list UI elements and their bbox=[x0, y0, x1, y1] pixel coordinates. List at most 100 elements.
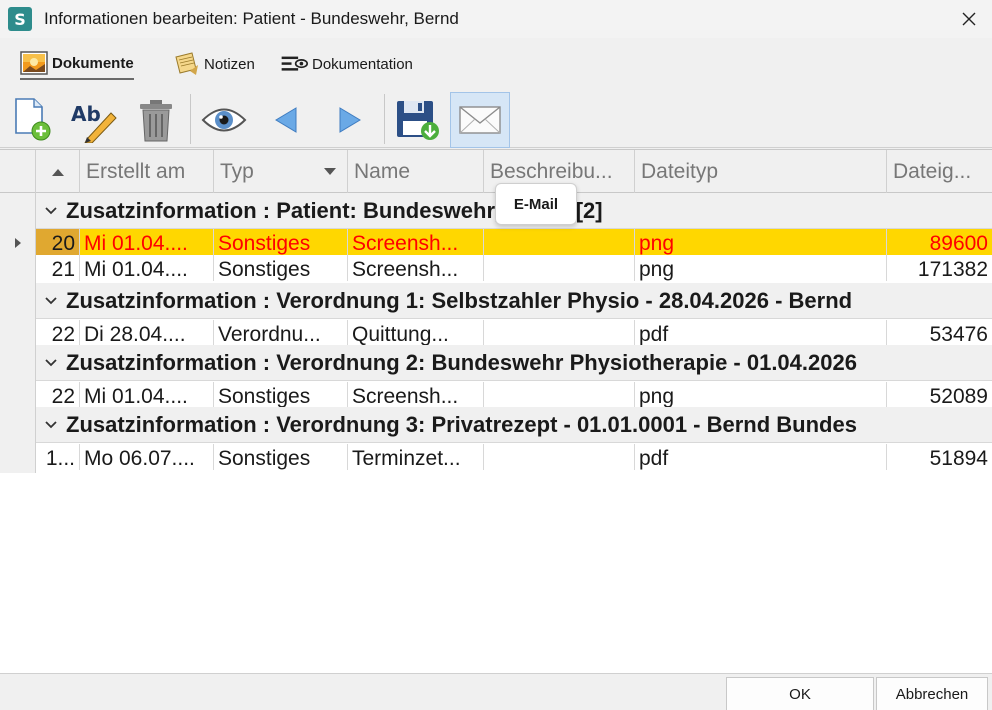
email-tooltip: E-Mail bbox=[495, 183, 577, 225]
rename-icon: Ab bbox=[71, 102, 117, 143]
app-icon: S bbox=[8, 7, 32, 31]
cell-filetype: pdf bbox=[635, 444, 887, 470]
cell-type: Sonstiges bbox=[214, 382, 348, 408]
cell-date: Mo 06.07.... bbox=[80, 444, 214, 470]
cell-filetype: pdf bbox=[635, 320, 887, 346]
next-icon bbox=[339, 107, 361, 133]
tab-notizen[interactable]: Notizen bbox=[172, 48, 255, 80]
close-button[interactable] bbox=[946, 0, 992, 38]
cell-id: 1... bbox=[36, 444, 80, 470]
cell-name: Terminzet... bbox=[348, 444, 484, 470]
cell-date: Di 28.04.... bbox=[80, 320, 214, 346]
header-row-indicator bbox=[0, 150, 36, 193]
save-icon bbox=[397, 101, 439, 140]
cell-size: 53476 bbox=[929, 323, 988, 346]
documents-grid: Erstellt am Typ Name Beschreibu... Datei… bbox=[0, 149, 992, 673]
delete-icon bbox=[140, 100, 172, 142]
cell-description bbox=[484, 320, 635, 346]
tab-label: Dokumentation bbox=[312, 55, 413, 73]
cell-filetype: png bbox=[635, 255, 887, 281]
group-header[interactable]: Zusatzinformation : Verordnung 1: Selbst… bbox=[36, 283, 992, 319]
cell-filetype: png bbox=[635, 229, 887, 255]
header-dateityp[interactable]: Dateityp bbox=[635, 150, 887, 193]
documentation-icon bbox=[280, 51, 308, 77]
table-row[interactable]: 21 Mi 01.04.... Sonstiges Screensh... pn… bbox=[36, 255, 992, 281]
cell-id: 20 bbox=[36, 229, 80, 255]
window-title: Informationen bearbeiten: Patient - Bund… bbox=[44, 9, 459, 28]
toolbar-separator bbox=[190, 94, 191, 144]
header-label: Typ bbox=[220, 159, 254, 183]
header-sort-column[interactable] bbox=[36, 150, 80, 193]
rename-button[interactable]: Ab bbox=[64, 92, 124, 148]
group-title: Zusatzinformation : Verordnung 1: Selbst… bbox=[66, 287, 853, 313]
cell-name: Screensh... bbox=[348, 255, 484, 281]
cell-type: Sonstiges bbox=[214, 444, 348, 470]
tab-dokumentation[interactable]: Dokumentation bbox=[280, 48, 413, 80]
tab-label: Dokumente bbox=[52, 54, 134, 72]
sort-ascending-icon bbox=[51, 168, 64, 176]
cell-date: Mi 01.04.... bbox=[80, 255, 214, 281]
view-icon bbox=[201, 108, 247, 132]
cell-description bbox=[484, 255, 635, 281]
row-indicator-column bbox=[0, 193, 36, 473]
previous-button[interactable] bbox=[256, 92, 316, 148]
dialog-footer: OK Abbrechen bbox=[0, 673, 992, 710]
add-document-button[interactable] bbox=[2, 92, 62, 148]
table-row[interactable]: 20 Mi 01.04.... Sonstiges Screensh... pn… bbox=[36, 229, 992, 255]
ok-button[interactable]: OK bbox=[726, 677, 874, 710]
next-button[interactable] bbox=[320, 92, 380, 148]
group-header[interactable]: Zusatzinformation : Verordnung 3: Privat… bbox=[36, 407, 992, 443]
header-dateigroesse[interactable]: Dateig... bbox=[887, 150, 992, 193]
cell-type: Verordnu... bbox=[214, 320, 348, 346]
notes-icon bbox=[172, 51, 200, 77]
cell-description bbox=[484, 444, 635, 470]
table-row[interactable]: 22 Mi 01.04.... Sonstiges Screensh... pn… bbox=[36, 382, 992, 408]
table-row[interactable]: 1... Mo 06.07.... Sonstiges Terminzet...… bbox=[36, 444, 992, 470]
svg-text:Ab: Ab bbox=[71, 102, 101, 126]
cell-name: Quittung... bbox=[348, 320, 484, 346]
chevron-down-icon bbox=[36, 296, 66, 305]
cell-size: 52089 bbox=[929, 385, 988, 408]
cell-description bbox=[484, 229, 635, 255]
filter-dropdown-icon bbox=[324, 168, 336, 175]
tab-dokumente[interactable]: Dokumente bbox=[20, 48, 134, 80]
cell-name: Screensh... bbox=[348, 229, 484, 255]
cell-size: 89600 bbox=[929, 232, 988, 255]
email-button[interactable] bbox=[450, 92, 510, 148]
group-title: Zusatzinformation : Verordnung 2: Bundes… bbox=[66, 349, 857, 375]
picture-icon bbox=[20, 50, 48, 76]
cell-size: 171382 bbox=[917, 258, 988, 281]
current-row-arrow-icon bbox=[15, 238, 21, 248]
group-title: Zusatzinformation : Verordnung 3: Privat… bbox=[66, 411, 857, 437]
cell-description bbox=[484, 382, 635, 408]
header-erstellt-am[interactable]: Erstellt am bbox=[80, 150, 214, 193]
cell-filetype: png bbox=[635, 382, 887, 408]
header-name[interactable]: Name bbox=[348, 150, 484, 193]
cell-type: Sonstiges bbox=[214, 229, 348, 255]
delete-button[interactable] bbox=[126, 92, 186, 148]
tab-bar: Dokumente Notizen Dokumentation bbox=[0, 38, 992, 90]
tab-label: Notizen bbox=[204, 55, 255, 73]
chevron-down-icon bbox=[36, 420, 66, 429]
toolbar-separator bbox=[384, 94, 385, 144]
cell-date: Mi 01.04.... bbox=[80, 229, 214, 255]
save-button[interactable] bbox=[388, 92, 448, 148]
email-icon bbox=[459, 106, 501, 134]
cell-id: 22 bbox=[36, 320, 80, 346]
cancel-button[interactable]: Abbrechen bbox=[876, 677, 988, 710]
cell-size: 51894 bbox=[929, 447, 988, 470]
table-row[interactable]: 22 Di 28.04.... Verordnu... Quittung... … bbox=[36, 320, 992, 346]
chevron-down-icon bbox=[36, 206, 66, 215]
toolbar: Ab bbox=[0, 90, 992, 148]
add-document-icon bbox=[15, 98, 51, 141]
group-header[interactable]: Zusatzinformation : Verordnung 2: Bundes… bbox=[36, 345, 992, 381]
close-icon bbox=[962, 12, 976, 26]
cell-id: 22 bbox=[36, 382, 80, 408]
view-button[interactable] bbox=[194, 92, 254, 148]
cell-type: Sonstiges bbox=[214, 255, 348, 281]
title-bar: S Informationen bearbeiten: Patient - Bu… bbox=[0, 0, 992, 38]
cell-date: Mi 01.04.... bbox=[80, 382, 214, 408]
chevron-down-icon bbox=[36, 358, 66, 367]
cell-name: Screensh... bbox=[348, 382, 484, 408]
header-typ[interactable]: Typ bbox=[214, 150, 348, 193]
